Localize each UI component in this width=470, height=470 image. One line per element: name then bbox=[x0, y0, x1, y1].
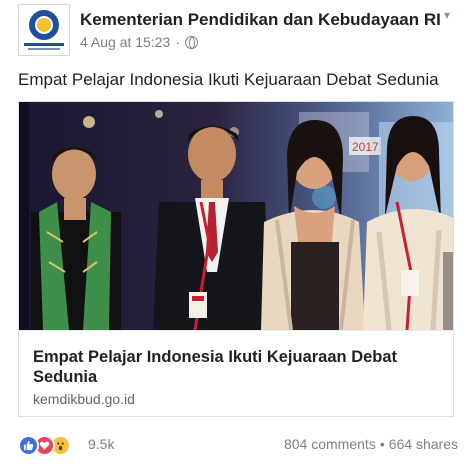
link-preview-image[interactable]: 2017 bbox=[19, 102, 453, 330]
counts-separator: • bbox=[379, 436, 385, 452]
globe-icon bbox=[184, 35, 198, 49]
chevron-down-icon[interactable]: ▾ bbox=[440, 8, 454, 22]
ministry-emblem-icon bbox=[29, 10, 59, 40]
students-photo: 2017 bbox=[19, 102, 453, 330]
link-info[interactable]: Empat Pelajar Indonesia Ikuti Kejuaraan … bbox=[19, 330, 453, 416]
shares-count[interactable]: 664 shares bbox=[389, 436, 458, 452]
link-domain: kemdikbud.go.id bbox=[33, 391, 135, 407]
like-icon bbox=[18, 434, 39, 456]
comments-count[interactable]: 804 comments bbox=[284, 436, 376, 452]
post-timestamp[interactable]: 4 Aug at 15:23 bbox=[80, 34, 170, 50]
post-text: Empat Pelajar Indonesia Ikuti Kejuaraan … bbox=[18, 70, 439, 89]
link-preview-card[interactable]: 2017 Empat Pelajar Indonesia Ikuti Kejua… bbox=[18, 101, 454, 417]
post-header: Kementerian Pendidikan dan Kebudayaan RI… bbox=[18, 4, 458, 56]
engagement-bar: 9.5k 804 comments • 664 shares bbox=[18, 434, 458, 458]
reactions-group[interactable] bbox=[18, 434, 71, 456]
link-title[interactable]: Empat Pelajar Indonesia Ikuti Kejuaraan … bbox=[33, 347, 433, 387]
page-name-link[interactable]: Kementerian Pendidikan dan Kebudayaan RI bbox=[80, 10, 441, 30]
page-avatar[interactable] bbox=[18, 4, 70, 56]
meta-separator: · bbox=[175, 34, 180, 50]
backdrop-year: 2017 bbox=[352, 140, 379, 154]
facebook-post: Kementerian Pendidikan dan Kebudayaan RI… bbox=[0, 0, 470, 470]
post-meta: 4 Aug at 15:23 · bbox=[80, 34, 198, 50]
comment-share-counts: 804 comments • 664 shares bbox=[284, 436, 458, 452]
reaction-count[interactable]: 9.5k bbox=[88, 436, 114, 452]
